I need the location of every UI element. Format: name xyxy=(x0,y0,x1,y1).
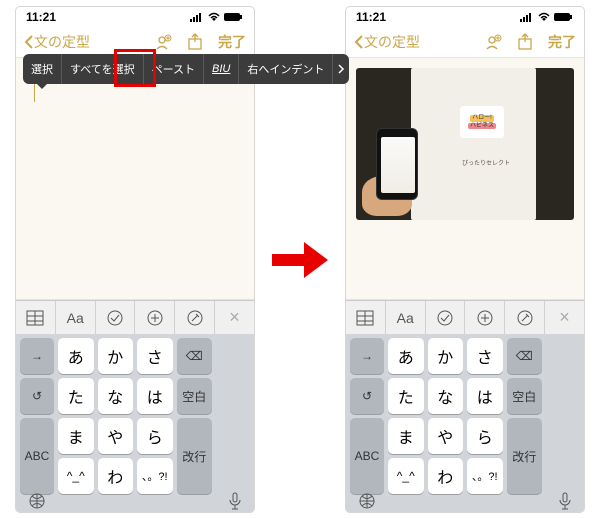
toolbar-add-icon[interactable] xyxy=(135,301,175,334)
ctx-select[interactable]: 選択 xyxy=(23,54,62,84)
ctx-biu[interactable]: BIU xyxy=(204,54,239,84)
status-time: 11:21 xyxy=(26,10,56,24)
wifi-icon xyxy=(537,12,551,22)
key-abc[interactable]: ABC xyxy=(350,418,384,494)
mic-icon[interactable] xyxy=(228,492,242,510)
phone-illustration xyxy=(376,128,418,200)
nav-bar: 文の定型 完了 xyxy=(346,27,584,57)
key-ra[interactable]: ら xyxy=(137,418,173,454)
battery-icon xyxy=(224,12,244,22)
key-emoji[interactable]: ^_^ xyxy=(58,458,94,494)
status-icons xyxy=(190,12,244,22)
key-na[interactable]: な xyxy=(428,378,464,414)
mic-icon[interactable] xyxy=(558,492,572,510)
done-button[interactable]: 完了 xyxy=(218,32,246,52)
pasted-image[interactable]: ハロー! ハピネス ぴったりセレクト xyxy=(356,68,574,220)
toolbar-text-style[interactable]: Aa xyxy=(386,301,426,334)
key-wa[interactable]: わ xyxy=(428,458,464,494)
key-ta[interactable]: た xyxy=(388,378,424,414)
toolbar-checklist-icon[interactable] xyxy=(426,301,466,334)
key-sa[interactable]: さ xyxy=(137,338,173,374)
key-ka[interactable]: か xyxy=(428,338,464,374)
globe-icon[interactable] xyxy=(358,492,376,510)
text-cursor xyxy=(34,84,35,102)
key-undo[interactable]: ↺ xyxy=(350,378,384,414)
key-punct[interactable]: 、。?! xyxy=(467,458,503,494)
share-icon[interactable] xyxy=(516,33,534,51)
arrow-right-icon xyxy=(270,240,330,280)
phone-left: 11:21 文の定型 完了 選 xyxy=(16,7,254,512)
person-add-icon[interactable] xyxy=(154,33,172,51)
signal-icon xyxy=(520,12,534,22)
keyboard: → あ か さ ⌫ ↺ た な は 空白 ABC ま や ら 改行 ^_^ わ xyxy=(346,334,584,512)
key-enter[interactable]: 改行 xyxy=(507,418,543,494)
key-ta[interactable]: た xyxy=(58,378,94,414)
done-button[interactable]: 完了 xyxy=(548,32,576,52)
key-space[interactable]: 空白 xyxy=(507,378,543,414)
key-arrow[interactable]: → xyxy=(20,338,54,374)
chevron-left-icon xyxy=(354,35,364,49)
badge-line2: ハピネス xyxy=(468,123,496,130)
ctx-indent-right[interactable]: 右へインデント xyxy=(239,54,254,84)
image-badge: ハロー! ハピネス xyxy=(460,106,504,138)
key-na[interactable]: な xyxy=(98,378,134,414)
keyboard: → あ か さ ⌫ ↺ た な は 空白 ABC ま や ら 改行 ^_^ わ xyxy=(16,334,254,512)
key-ka[interactable]: か xyxy=(98,338,134,374)
ctx-biu-label: BIU xyxy=(212,63,230,75)
key-ha[interactable]: は xyxy=(467,378,503,414)
back-label: 文の定型 xyxy=(364,32,420,52)
key-ma[interactable]: ま xyxy=(388,418,424,454)
highlight-box xyxy=(114,49,156,87)
status-time: 11:21 xyxy=(356,10,386,24)
key-space[interactable]: 空白 xyxy=(177,378,213,414)
key-sa[interactable]: さ xyxy=(467,338,503,374)
key-emoji[interactable]: ^_^ xyxy=(388,458,424,494)
toolbar-markup-icon[interactable] xyxy=(505,301,545,334)
key-wa[interactable]: わ xyxy=(98,458,134,494)
signal-icon xyxy=(190,12,204,22)
chevron-left-icon xyxy=(24,35,34,49)
battery-icon xyxy=(554,12,574,22)
format-toolbar: Aa × xyxy=(346,300,584,334)
toolbar-close-icon[interactable]: × xyxy=(215,301,254,334)
toolbar-checklist-icon[interactable] xyxy=(96,301,136,334)
toolbar-text-style[interactable]: Aa xyxy=(56,301,96,334)
key-abc[interactable]: ABC xyxy=(20,418,54,494)
key-ya[interactable]: や xyxy=(428,418,464,454)
back-button[interactable]: 文の定型 xyxy=(354,32,420,52)
note-content[interactable] xyxy=(16,57,254,300)
key-ha[interactable]: は xyxy=(137,378,173,414)
back-label: 文の定型 xyxy=(34,32,90,52)
key-enter[interactable]: 改行 xyxy=(177,418,213,494)
format-toolbar: Aa × xyxy=(16,300,254,334)
note-content[interactable]: ハロー! ハピネス ぴったりセレクト xyxy=(346,57,584,300)
key-punct[interactable]: 、。?! xyxy=(137,458,173,494)
toolbar-table-icon[interactable] xyxy=(346,301,386,334)
phone-right: 11:21 文の定型 完了 xyxy=(346,7,584,512)
key-backspace[interactable]: ⌫ xyxy=(177,338,213,374)
toolbar-markup-icon[interactable] xyxy=(175,301,215,334)
toolbar-add-icon[interactable] xyxy=(465,301,505,334)
key-a[interactable]: あ xyxy=(388,338,424,374)
key-backspace[interactable]: ⌫ xyxy=(507,338,543,374)
toolbar-table-icon[interactable] xyxy=(16,301,56,334)
key-ra[interactable]: ら xyxy=(467,418,503,454)
share-icon[interactable] xyxy=(186,33,204,51)
key-a[interactable]: あ xyxy=(58,338,94,374)
wifi-icon xyxy=(207,12,221,22)
key-ya[interactable]: や xyxy=(98,418,134,454)
image-caption: ぴったりセレクト xyxy=(456,158,516,167)
person-add-icon[interactable] xyxy=(484,33,502,51)
status-bar: 11:21 xyxy=(16,7,254,27)
status-bar: 11:21 xyxy=(346,7,584,27)
key-ma[interactable]: ま xyxy=(58,418,94,454)
back-button[interactable]: 文の定型 xyxy=(24,32,90,52)
toolbar-close-icon[interactable]: × xyxy=(545,301,584,334)
status-icons xyxy=(520,12,574,22)
key-undo[interactable]: ↺ xyxy=(20,378,54,414)
badge-line1: ハロー! xyxy=(470,115,494,122)
globe-icon[interactable] xyxy=(28,492,46,510)
key-arrow[interactable]: → xyxy=(350,338,384,374)
